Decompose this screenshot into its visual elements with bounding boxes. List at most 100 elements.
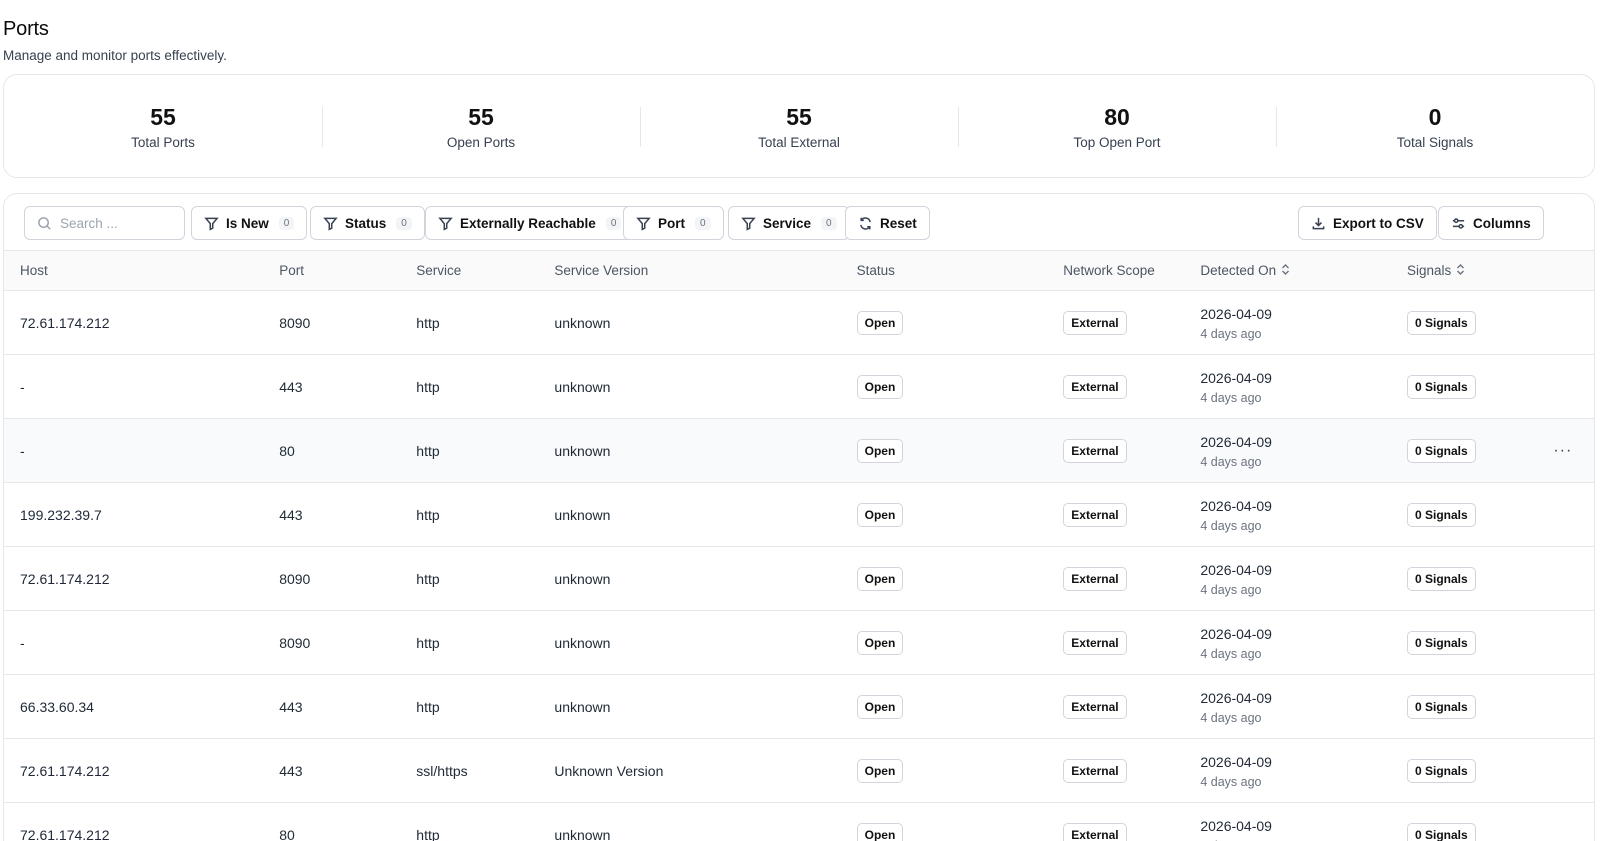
cell-actions	[1531, 674, 1594, 739]
cell-status: Open	[856, 802, 1064, 841]
table-row[interactable]: 72.61.174.212 8090 http unknown Open External…	[4, 546, 1594, 611]
sort-icon[interactable]	[1281, 263, 1290, 278]
detected-date: 2026-04-09	[1200, 625, 1272, 642]
filter-icon	[741, 217, 756, 231]
status-badge: Open	[856, 630, 904, 655]
cell-detected-on: 2026-04-094 days ago	[1200, 802, 1407, 841]
detected-date: 2026-04-09	[1200, 497, 1272, 514]
table-row[interactable]: -443 http unknown Open External 2026-04-09 4 d…	[4, 354, 1594, 419]
cell-actions	[1531, 738, 1594, 803]
stat-value: 55	[150, 103, 176, 130]
table-row[interactable]: 199.232.39.7 443 http unknown Open External 20…	[4, 482, 1594, 547]
sort-icon[interactable]	[1456, 263, 1465, 278]
detected-date: 2026-04-09	[1200, 433, 1272, 450]
table-row[interactable]: 72.61.174.212 443 ssl/https Unknown Version…	[4, 738, 1594, 803]
filter-port-button[interactable]: Port 0	[623, 206, 724, 240]
table-toolbar: Is New 0 Status 0 Externally Reachable 0…	[4, 194, 1594, 250]
filter-label: Is New	[226, 215, 269, 231]
stat-label: Total External	[758, 134, 840, 150]
col-label: Signals	[1407, 262, 1452, 278]
search-input[interactable]	[60, 215, 170, 231]
cell-host: 72.61.174.212	[4, 546, 280, 611]
ports-table: Host Port Service Service Version Status…	[4, 250, 1594, 841]
cell-signals: 0 Signals	[1407, 802, 1532, 841]
page-subtitle: Manage and monitor ports effectively.	[3, 48, 227, 63]
cell-signals: 0 Signals	[1407, 290, 1532, 355]
signals-badge[interactable]: 0 Signals	[1407, 310, 1476, 335]
col-status: Status	[856, 250, 1064, 291]
cell-actions	[1531, 802, 1594, 841]
cell-service-version: unknown	[554, 482, 857, 547]
scope-badge: External	[1063, 822, 1127, 841]
scope-badge: External	[1063, 502, 1127, 527]
detected-relative: 4 days ago	[1200, 326, 1262, 341]
cell-service-version: unknown	[554, 610, 857, 675]
cell-port: 8090	[279, 610, 417, 675]
cell-service-version: unknown	[554, 290, 857, 355]
signals-badge[interactable]: 0 Signals	[1407, 502, 1476, 527]
cell-status: Open	[856, 674, 1064, 739]
cell-network-scope: External	[1063, 418, 1201, 483]
detected-relative: 4 days ago	[1200, 518, 1262, 533]
filter-externally-reachable-button[interactable]: Externally Reachable 0	[425, 206, 635, 240]
cell-signals: 0 Signals	[1407, 738, 1532, 803]
table-row[interactable]: -8090 http unknown Open External 2026-04-09 4 …	[4, 610, 1594, 675]
cell-service: http	[416, 418, 555, 483]
filter-count-badge: 0	[396, 216, 412, 230]
cell-actions	[1531, 290, 1594, 355]
cell-signals: 0 Signals	[1407, 354, 1532, 419]
cell-status: Open	[856, 610, 1064, 675]
cell-network-scope: External	[1063, 290, 1201, 355]
columns-button[interactable]: Columns	[1438, 206, 1544, 240]
signals-badge[interactable]: 0 Signals	[1407, 374, 1476, 399]
filter-service-button[interactable]: Service 0	[728, 206, 850, 240]
col-service: Service	[416, 250, 555, 291]
filter-status-button[interactable]: Status 0	[310, 206, 425, 240]
signals-badge[interactable]: 0 Signals	[1407, 758, 1476, 783]
cell-network-scope: External	[1063, 546, 1201, 611]
cell-status: Open	[856, 290, 1064, 355]
col-label: Detected On	[1200, 262, 1277, 278]
stats-card: 55 Total Ports 55 Open Ports 55 Total Ex…	[3, 74, 1595, 178]
export-csv-button[interactable]: Export to CSV	[1298, 206, 1437, 240]
scope-badge: External	[1063, 310, 1127, 335]
cell-signals: 0 Signals	[1407, 482, 1532, 547]
cell-network-scope: External	[1063, 674, 1201, 739]
search-box[interactable]	[24, 206, 185, 240]
signals-badge[interactable]: 0 Signals	[1407, 566, 1476, 591]
filter-is-new-button[interactable]: Is New 0	[191, 206, 308, 240]
signals-badge[interactable]: 0 Signals	[1407, 694, 1476, 719]
table-row[interactable]: 66.33.60.34 443 http unknown Open External 202…	[4, 674, 1594, 739]
col-detected-on[interactable]: Detected On	[1200, 250, 1407, 291]
table-row[interactable]: -80 http unknown Open External 2026-04-09 4 da…	[4, 418, 1594, 483]
signals-badge[interactable]: 0 Signals	[1407, 630, 1476, 655]
col-service-version: Service Version	[554, 250, 857, 291]
detected-relative: 4 days ago	[1200, 774, 1262, 789]
status-badge: Open	[856, 502, 904, 527]
table-row[interactable]: 72.61.174.212 80 http unknown Open External 20…	[4, 802, 1594, 841]
cell-host: -	[4, 418, 280, 483]
detected-date: 2026-04-09	[1200, 817, 1272, 834]
table-body: 72.61.174.212 8090 http unknown Open External…	[4, 290, 1594, 841]
cell-status: Open	[856, 354, 1064, 419]
table-row[interactable]: 72.61.174.212 8090 http unknown Open External…	[4, 290, 1594, 355]
stat-label: Total Ports	[131, 134, 195, 150]
filter-icon	[438, 217, 453, 231]
signals-badge[interactable]: 0 Signals	[1407, 438, 1476, 463]
filter-count-badge: 0	[695, 216, 711, 230]
more-actions-icon[interactable]: ···	[1553, 442, 1572, 459]
status-badge: Open	[856, 310, 904, 335]
cell-actions	[1531, 546, 1594, 611]
stat-value: 80	[1104, 103, 1130, 130]
detected-date: 2026-04-09	[1200, 689, 1272, 706]
reset-button[interactable]: Reset	[845, 206, 930, 240]
filter-count-badge: 0	[821, 216, 837, 230]
cell-actions: ···	[1531, 418, 1594, 483]
sliders-icon	[1452, 217, 1465, 229]
stat-label: Open Ports	[446, 134, 516, 150]
cell-detected-on: 2026-04-094 days ago	[1200, 610, 1407, 675]
col-signals[interactable]: Signals	[1407, 250, 1532, 291]
signals-badge[interactable]: 0 Signals	[1407, 822, 1476, 841]
filter-count-badge: 0	[278, 216, 295, 230]
filter-icon	[636, 217, 651, 231]
